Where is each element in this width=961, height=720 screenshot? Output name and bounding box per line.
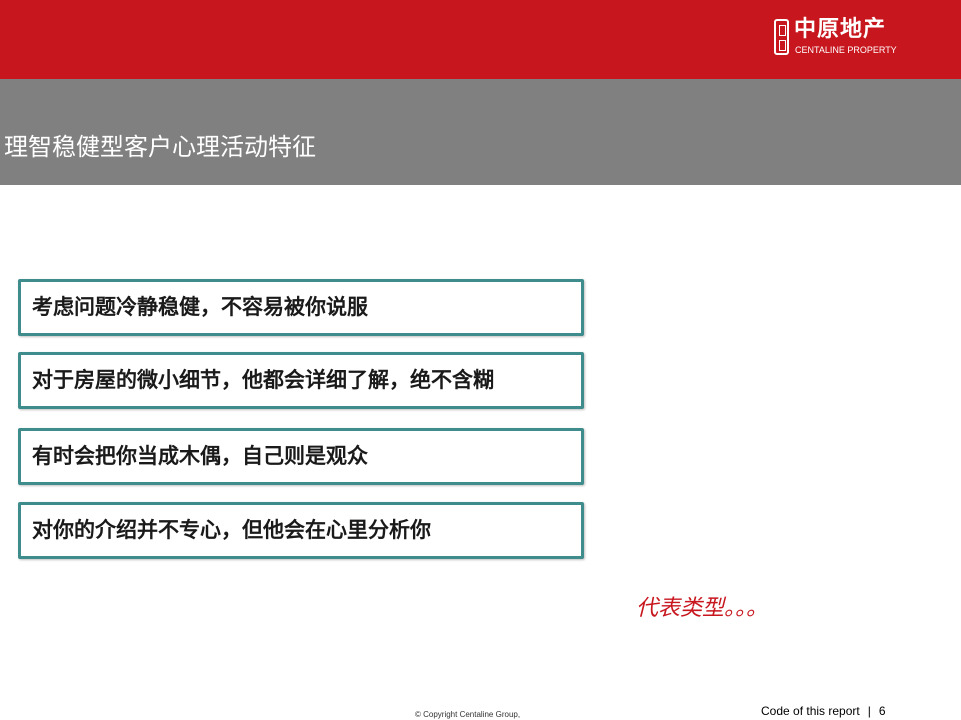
point-text-1: 考虑问题冷静稳健，不容易被你说服 — [32, 294, 368, 319]
title-bar: 理智稳健型客户心理活动特征 — [0, 79, 961, 185]
logo-chinese-name: 中原地产 — [794, 17, 887, 42]
copyright-text: © Copyright Centaline Group, — [415, 710, 521, 719]
page-footer: Code of this report | 6 — [761, 704, 886, 718]
point-text-2: 对于房屋的微小细节，他都会详细了解，绝不含糊 — [32, 367, 494, 392]
seal-icon — [774, 19, 789, 55]
slide-title: 理智稳健型客户心理活动特征 — [4, 133, 316, 161]
report-code: Code of this report — [761, 704, 860, 718]
point-box-1: 考虑问题冷静稳健，不容易被你说服 — [18, 279, 584, 336]
company-logo: 中原地产 CENTALINE PROPERTY — [774, 17, 897, 59]
page-number: 6 — [878, 704, 886, 718]
point-box-4: 对你的介绍并不专心，但他会在心里分析你 — [18, 502, 584, 559]
point-text-3: 有时会把你当成木偶，自己则是观众 — [32, 443, 368, 468]
logo-english-name: CENTALINE PROPERTY — [795, 45, 897, 55]
representative-type-text: 代表类型。。。 — [636, 596, 769, 621]
header-bar: 中原地产 CENTALINE PROPERTY — [0, 0, 961, 79]
point-box-3: 有时会把你当成木偶，自己则是观众 — [18, 428, 584, 485]
point-text-4: 对你的介绍并不专心，但他会在心里分析你 — [32, 517, 431, 542]
point-box-2: 对于房屋的微小细节，他都会详细了解，绝不含糊 — [18, 352, 584, 409]
footer-separator: | — [867, 704, 871, 718]
